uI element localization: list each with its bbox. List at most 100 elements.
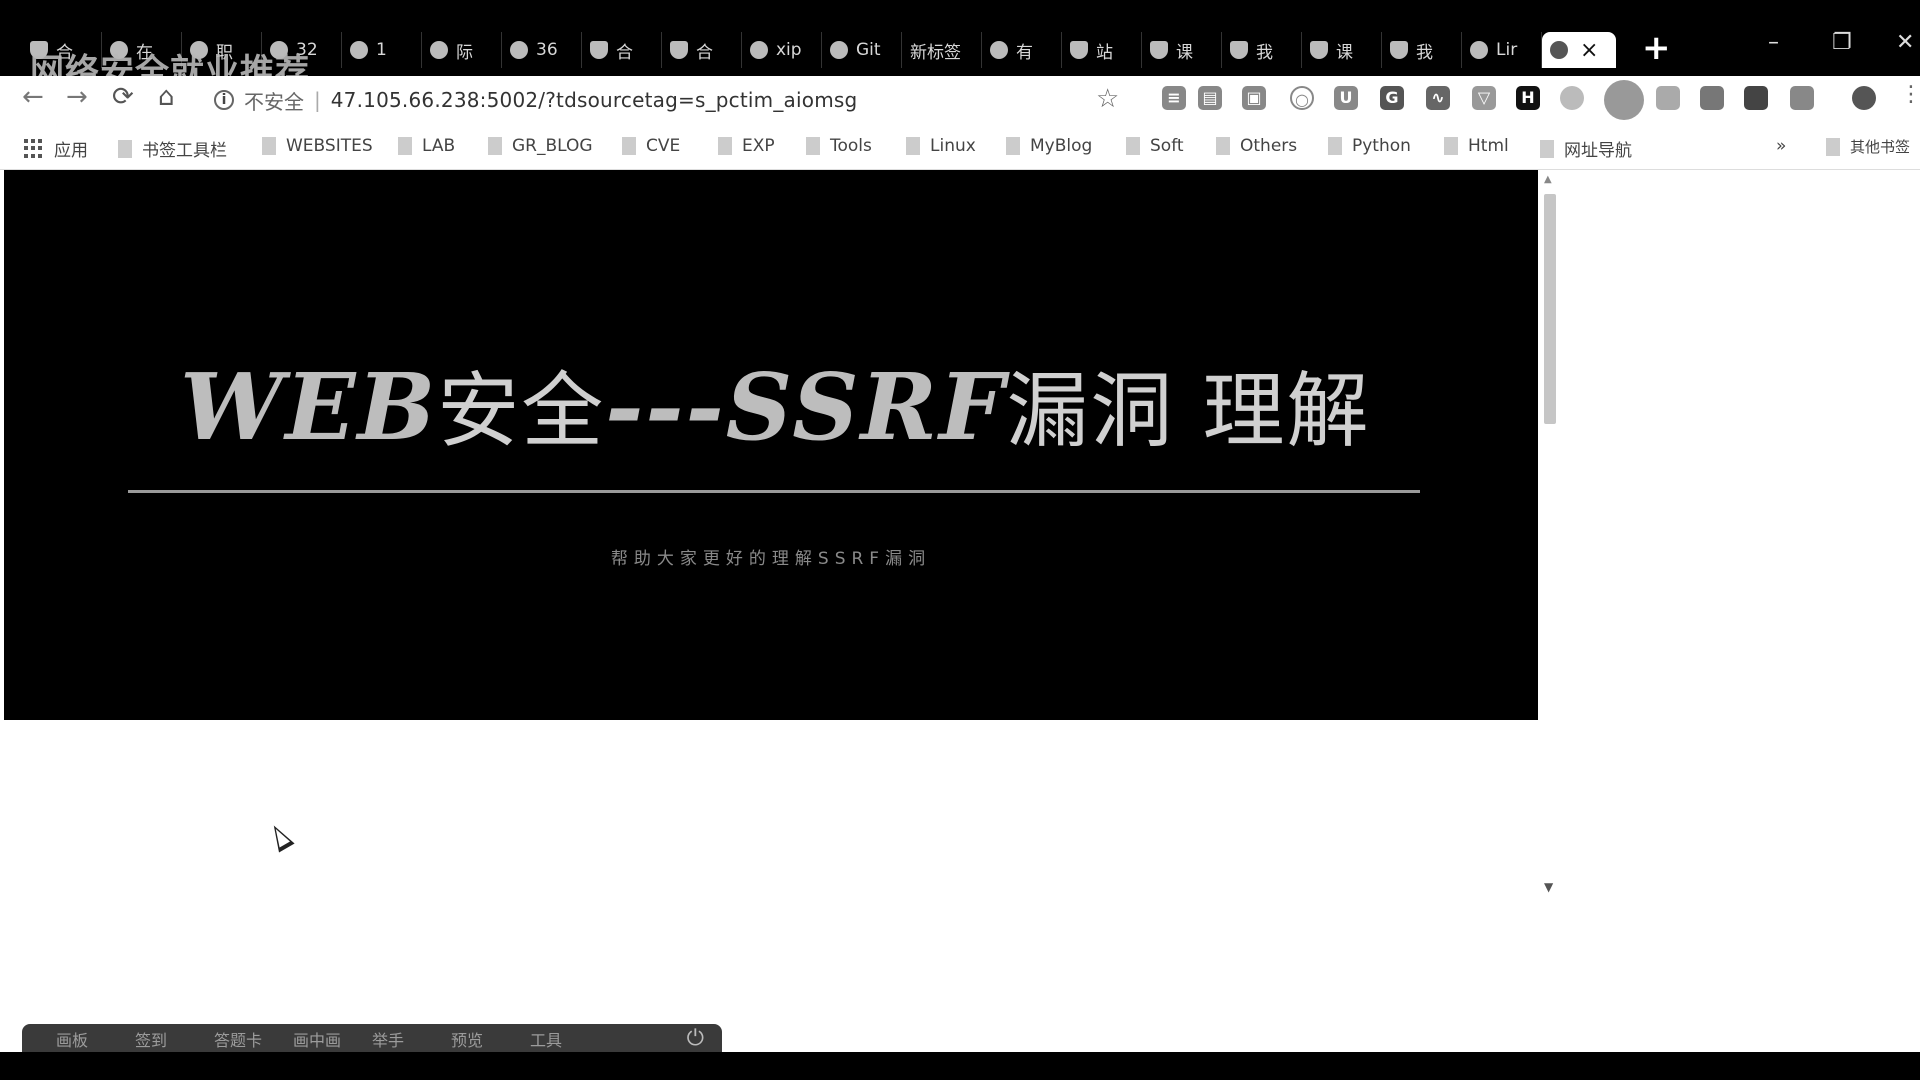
- bookmark-folder[interactable]: Soft: [1126, 136, 1184, 156]
- extension-icon[interactable]: H: [1516, 86, 1540, 110]
- hero-banner: WEB安全---SSRF漏洞 理解 帮助大家更好的理解SSRF漏洞: [4, 170, 1538, 720]
- minimize-button[interactable]: –: [1768, 30, 1779, 55]
- bookmark-folder[interactable]: Linux: [906, 136, 976, 156]
- title-divider: [128, 490, 1420, 493]
- tab-label: Git: [856, 40, 881, 60]
- menu-icon[interactable]: ⋮: [1900, 82, 1920, 107]
- browser-tab[interactable]: Git: [822, 32, 902, 68]
- media-play-icon[interactable]: [1604, 80, 1644, 120]
- extension-icon[interactable]: ▤: [1198, 86, 1222, 110]
- scrollbar-thumb[interactable]: [1544, 194, 1556, 424]
- restore-button[interactable]: ❐: [1832, 30, 1852, 55]
- bookmark-folder[interactable]: 书签工具栏: [118, 136, 227, 161]
- profile-avatar-icon[interactable]: [1852, 86, 1876, 110]
- power-icon[interactable]: ⏻: [687, 1026, 704, 1051]
- extension-icon[interactable]: ▽: [1472, 86, 1496, 110]
- new-tab-button[interactable]: +: [1642, 28, 1671, 68]
- tab-label: 合: [616, 42, 633, 63]
- folder-icon: [718, 137, 732, 155]
- tab-favicon-icon: [1070, 41, 1088, 59]
- extension-icon[interactable]: ≡: [1162, 86, 1186, 110]
- reload-button[interactable]: ⟳: [112, 82, 134, 112]
- security-label: 不安全: [244, 89, 304, 114]
- tab-favicon-icon: [670, 41, 688, 59]
- folder-icon: [118, 139, 132, 158]
- folder-icon: [622, 137, 636, 155]
- title-part: SSRF: [725, 353, 1007, 461]
- forward-button[interactable]: →: [66, 82, 88, 112]
- browser-tab[interactable]: 合: [582, 32, 662, 68]
- scroll-up-arrow-icon[interactable]: ▲: [1544, 174, 1552, 185]
- dock-item-tools[interactable]: 工具: [530, 1027, 609, 1051]
- extension-icon[interactable]: [1560, 86, 1584, 110]
- extension-icon[interactable]: [1700, 86, 1724, 110]
- browser-tab[interactable]: 32: [262, 32, 342, 68]
- bookmark-label: Others: [1240, 136, 1298, 156]
- dock-item-pip[interactable]: 画中画: [293, 1027, 372, 1051]
- dock-item-whiteboard[interactable]: 画板: [56, 1027, 135, 1051]
- extension-icon[interactable]: G: [1380, 86, 1404, 110]
- bookmark-folder[interactable]: LAB: [398, 136, 455, 156]
- info-icon[interactable]: i: [214, 90, 234, 110]
- browser-tab[interactable]: Lir: [1462, 32, 1542, 68]
- tab-favicon-icon: [110, 41, 128, 59]
- browser-tab[interactable]: xip: [742, 32, 822, 68]
- browser-tab[interactable]: 有: [982, 32, 1062, 68]
- extension-icon[interactable]: U: [1334, 86, 1358, 110]
- window-close-button[interactable]: ✕: [1896, 30, 1914, 55]
- dock-item-checkin[interactable]: 签到: [135, 1027, 214, 1051]
- bookmark-folder[interactable]: 网址导航: [1540, 136, 1632, 161]
- back-button[interactable]: ←: [22, 82, 44, 112]
- folder-icon: [1126, 137, 1140, 155]
- active-tab[interactable]: ×: [1542, 32, 1616, 68]
- bookmark-folder[interactable]: Python: [1328, 136, 1411, 156]
- bookmark-folder[interactable]: MyBlog: [1006, 136, 1092, 156]
- browser-tab[interactable]: 我: [1382, 32, 1462, 68]
- bookmark-folder[interactable]: Others: [1216, 136, 1297, 156]
- extension-icon[interactable]: [1790, 86, 1814, 110]
- dock-item-answer-card[interactable]: 答题卡: [214, 1027, 293, 1051]
- tab-label: 站: [1096, 42, 1113, 63]
- url-text[interactable]: 47.105.66.238:5002/?tdsourcetag=s_pctim_…: [331, 88, 858, 112]
- bookmark-apps[interactable]: 应用: [24, 136, 88, 161]
- close-tab-icon[interactable]: ×: [1580, 38, 1598, 63]
- other-bookmarks[interactable]: 其他书签: [1826, 136, 1910, 157]
- bookmark-star-icon[interactable]: ☆: [1096, 84, 1119, 114]
- folder-icon: [1540, 139, 1554, 158]
- extension-icon[interactable]: ∿: [1426, 86, 1450, 110]
- browser-tab[interactable]: 课: [1142, 32, 1222, 68]
- browser-tab[interactable]: 合: [22, 32, 102, 68]
- tab-favicon-icon: [30, 41, 48, 59]
- browser-tab[interactable]: 职: [182, 32, 262, 68]
- bookmark-folder[interactable]: Tools: [806, 136, 872, 156]
- extension-icon[interactable]: [1744, 86, 1768, 110]
- browser-tab[interactable]: 合: [662, 32, 742, 68]
- browser-tab[interactable]: 1: [342, 32, 422, 68]
- tab-favicon-icon: [990, 41, 1008, 59]
- extension-icon[interactable]: [1656, 86, 1680, 110]
- extension-icon[interactable]: ○: [1290, 86, 1314, 110]
- browser-tab[interactable]: 在: [102, 32, 182, 68]
- browser-tab[interactable]: 际: [422, 32, 502, 68]
- bookmarks-overflow-button[interactable]: »: [1776, 136, 1786, 156]
- home-button[interactable]: ⌂: [158, 82, 175, 112]
- browser-tab[interactable]: 站: [1062, 32, 1142, 68]
- dock-item-raise-hand[interactable]: 举手: [372, 1027, 451, 1051]
- browser-toolbar: ← → ⟳ ⌂ i 不安全 | 47.105.66.238:5002/?tdso…: [0, 76, 1920, 124]
- scroll-down-arrow-icon[interactable]: ▼: [1544, 880, 1553, 894]
- browser-tab[interactable]: 新标签: [902, 32, 982, 68]
- bookmark-folder[interactable]: GR_BLOG: [488, 136, 593, 156]
- bookmark-folder[interactable]: EXP: [718, 136, 775, 156]
- bookmark-folder[interactable]: WEBSITES: [262, 136, 373, 156]
- extension-icon[interactable]: ▣: [1242, 86, 1266, 110]
- browser-tab[interactable]: 我: [1222, 32, 1302, 68]
- dock-item-preview[interactable]: 预览: [451, 1027, 530, 1051]
- bookmark-folder[interactable]: CVE: [622, 136, 680, 156]
- browser-tab[interactable]: 课: [1302, 32, 1382, 68]
- address-bar[interactable]: i 不安全 | 47.105.66.238:5002/?tdsourcetag=…: [214, 84, 857, 116]
- folder-icon: [806, 137, 820, 155]
- tab-label: 新标签: [910, 42, 961, 63]
- page-scrollbar[interactable]: ▲ ▼: [1540, 170, 1560, 1052]
- bookmark-folder[interactable]: Html: [1444, 136, 1509, 156]
- browser-tab[interactable]: 36: [502, 32, 582, 68]
